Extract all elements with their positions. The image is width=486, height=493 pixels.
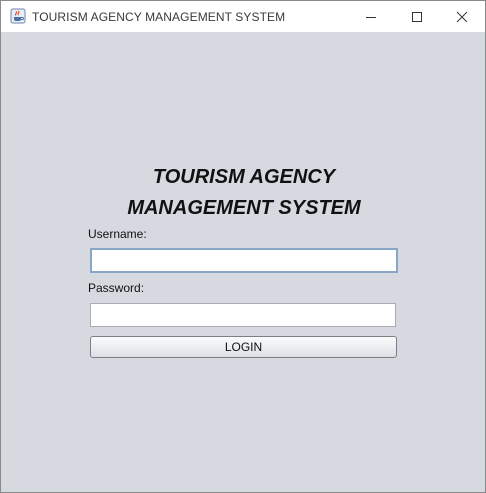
username-field[interactable]: [90, 248, 398, 273]
close-button[interactable]: [439, 1, 485, 32]
title-bar[interactable]: TOURISM AGENCY MANAGEMENT SYSTEM: [1, 1, 485, 32]
maximize-icon: [411, 11, 423, 23]
app-window: TOURISM AGENCY MANAGEMENT SYSTEM TOURISM…: [0, 0, 486, 493]
password-field[interactable]: [90, 303, 396, 327]
login-button[interactable]: LOGIN: [90, 336, 397, 358]
login-panel: TOURISM AGENCY MANAGEMENT SYSTEM Usernam…: [1, 32, 485, 492]
minimize-icon: [365, 11, 377, 23]
password-label: Password:: [88, 281, 145, 295]
maximize-button[interactable]: [394, 1, 440, 32]
minimize-button[interactable]: [348, 1, 394, 32]
java-cup-icon: [10, 8, 26, 24]
app-heading-line-1: TOURISM AGENCY: [152, 166, 336, 188]
close-icon: [456, 11, 468, 23]
username-label: Username:: [88, 227, 147, 241]
app-heading-line-2: MANAGEMENT SYSTEM: [127, 197, 361, 219]
window-title: TOURISM AGENCY MANAGEMENT SYSTEM: [32, 10, 286, 24]
